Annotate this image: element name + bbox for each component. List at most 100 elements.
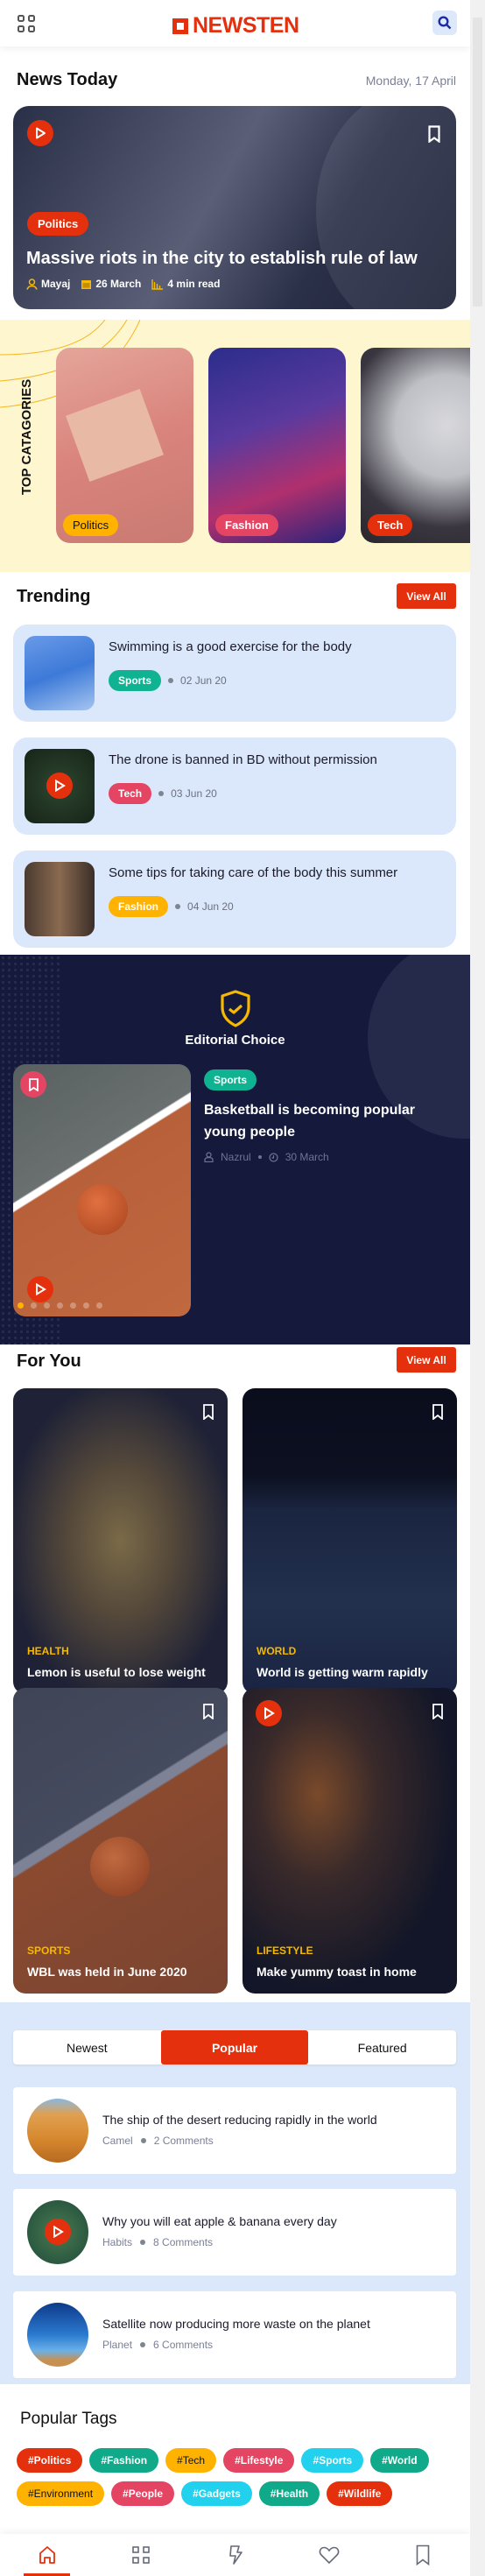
play-video-icon[interactable] — [46, 773, 73, 799]
scrollbar-thumb[interactable] — [473, 18, 482, 307]
slide-dot[interactable] — [83, 1302, 89, 1309]
bookmark-icon[interactable] — [432, 1404, 443, 1420]
bookmark-icon[interactable] — [20, 1071, 46, 1097]
category-badge[interactable]: Politics — [27, 212, 89, 236]
editorial-image-card[interactable] — [13, 1064, 191, 1316]
bookmark-icon[interactable] — [203, 1704, 214, 1719]
trending-item[interactable]: Swimming is a good exercise for the body… — [13, 625, 456, 722]
tag-chip[interactable]: #People — [111, 2481, 175, 2506]
category-label: Politics — [63, 514, 119, 536]
calendar-icon — [81, 279, 92, 289]
basketball-image — [77, 1184, 128, 1235]
play-video-icon[interactable] — [45, 2219, 71, 2245]
category-badge[interactable]: Sports — [109, 670, 162, 691]
slide-dot[interactable] — [44, 1302, 50, 1309]
list-item[interactable]: The ship of the desert reducing rapidly … — [13, 2087, 456, 2174]
slide-dot[interactable] — [57, 1302, 63, 1309]
bottom-nav — [0, 2534, 470, 2576]
app-header: NEWSTEN — [0, 0, 470, 46]
thumbnail — [27, 2303, 88, 2367]
slide-dot[interactable] — [96, 1302, 102, 1309]
tab-newest[interactable]: Newest — [13, 2030, 161, 2064]
editorial-choice-section: Editorial Choice Sports Basketball is be… — [0, 955, 470, 1344]
bookmark-icon[interactable] — [203, 1404, 214, 1420]
category-badge[interactable]: Fashion — [109, 896, 169, 917]
trending-thumbnail — [25, 749, 95, 823]
editorial-meta: Nazrul 30 March — [204, 1151, 329, 1163]
tag-chip[interactable]: #Tech — [165, 2448, 217, 2473]
slide-dot[interactable] — [31, 1302, 37, 1309]
for-you-view-all-button[interactable]: View All — [397, 1347, 456, 1373]
page-scrollbar[interactable] — [470, 0, 485, 2576]
nav-categories[interactable] — [94, 2534, 187, 2576]
home-icon — [39, 2546, 55, 2564]
tag-chip[interactable]: #World — [370, 2448, 429, 2473]
heart-icon — [319, 2546, 340, 2564]
slide-dot[interactable] — [70, 1302, 76, 1309]
list-item[interactable]: Satellite now producing more waste on th… — [13, 2291, 456, 2378]
thumbnail — [27, 2099, 88, 2163]
play-video-icon[interactable] — [27, 120, 53, 146]
current-date: Monday, 17 April — [365, 74, 456, 88]
trending-thumbnail — [25, 862, 95, 936]
clock-icon — [269, 1152, 278, 1162]
tab-popular[interactable]: Popular — [160, 2030, 309, 2064]
category-label: Tech — [368, 514, 413, 536]
tag-chip[interactable]: #Wildlife — [327, 2481, 393, 2506]
for-you-card[interactable]: HEALTH Lemon is useful to lose weight — [13, 1388, 228, 1694]
editorial-headline[interactable]: Basketball is becoming popular young peo… — [204, 1099, 453, 1143]
logo-mark-icon — [172, 18, 188, 34]
bookmark-icon[interactable] — [432, 1704, 443, 1719]
bookmark-icon[interactable] — [428, 125, 440, 147]
nav-trending[interactable] — [188, 2534, 282, 2576]
for-you-card[interactable]: LIFESTYLE Make yummy toast in home — [242, 1688, 457, 1994]
tag-chip[interactable]: #Fashion — [89, 2448, 159, 2473]
search-button[interactable] — [432, 11, 457, 35]
hero-headline[interactable]: Massive riots in the city to establish r… — [26, 249, 418, 269]
search-icon — [438, 16, 452, 30]
tag-chip[interactable]: #Gadgets — [181, 2481, 252, 2506]
tag-chip[interactable]: #Health — [258, 2481, 320, 2506]
for-you-card[interactable]: WORLD World is getting warm rapidly — [242, 1388, 457, 1694]
slide-dot[interactable] — [18, 1302, 24, 1309]
section-title-for-you: For You — [17, 1352, 81, 1371]
category-card-fashion[interactable]: Fashion — [208, 348, 346, 543]
trending-item[interactable]: The drone is banned in BD without permis… — [13, 738, 456, 835]
tag-chip[interactable]: #Environment — [17, 2481, 105, 2506]
trending-item[interactable]: Some tips for taking care of the body th… — [13, 850, 456, 948]
category-label: Fashion — [215, 514, 278, 536]
hero-meta: Mayaj 26 March 4 min read — [26, 278, 220, 290]
logo[interactable]: NEWSTEN — [172, 13, 299, 39]
editorial-title: Editorial Choice — [185, 1033, 285, 1048]
tabbed-news-section: Newest Popular Featured The ship of the … — [0, 2002, 470, 2384]
shield-check-icon — [221, 990, 250, 1027]
category-card-tech[interactable]: Tech — [361, 348, 470, 543]
top-categories-section: TOP CATAGORIES Politics Fashion Tech — [0, 320, 470, 572]
nav-favorites[interactable] — [282, 2534, 376, 2576]
grid-icon — [132, 2546, 150, 2564]
tag-chip[interactable]: #Lifestyle — [223, 2448, 295, 2473]
hero-news-card[interactable]: Politics Massive riots in the city to es… — [13, 106, 456, 309]
page: NEWSTEN News Today Monday, 17 April Poli… — [0, 0, 470, 2576]
play-video-icon[interactable] — [27, 1276, 53, 1302]
user-icon — [204, 1152, 214, 1162]
for-you-card[interactable]: SPORTS WBL was held in June 2020 — [13, 1688, 228, 1994]
flash-icon — [228, 2545, 242, 2565]
tab-featured[interactable]: Featured — [308, 2030, 456, 2064]
category-card-politics[interactable]: Politics — [56, 348, 193, 543]
trending-view-all-button[interactable]: View All — [397, 583, 456, 609]
tag-list: #Politics #Fashion #Tech #Lifestyle #Sports #… — [17, 2448, 454, 2506]
tag-chip[interactable]: #Politics — [17, 2448, 83, 2473]
list-item[interactable]: Why you will eat apple & banana every da… — [13, 2189, 456, 2276]
nav-home[interactable] — [0, 2534, 94, 2576]
trending-thumbnail — [25, 636, 95, 710]
nav-bookmarks[interactable] — [376, 2534, 470, 2576]
section-title-popular-tags: Popular Tags — [20, 2410, 117, 2428]
play-video-icon[interactable] — [256, 1700, 282, 1726]
category-badge[interactable]: Tech — [109, 783, 152, 804]
category-badge[interactable]: Sports — [204, 1069, 257, 1090]
tab-bar: Newest Popular Featured — [13, 2030, 456, 2064]
menu-grid-icon[interactable] — [17, 14, 36, 38]
tag-chip[interactable]: #Sports — [301, 2448, 364, 2473]
section-title-trending: Trending — [17, 587, 91, 606]
